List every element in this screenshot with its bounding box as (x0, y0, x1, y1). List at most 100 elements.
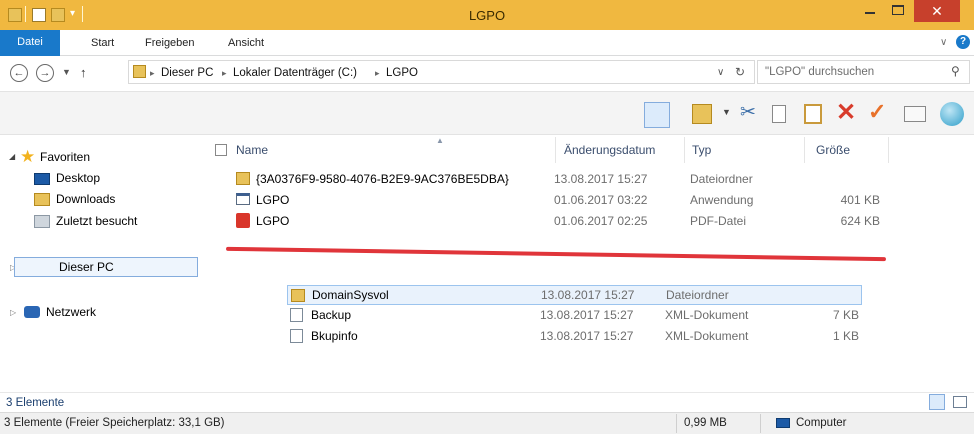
select-all-checkbox[interactable] (215, 144, 227, 156)
tab-start[interactable]: Start (91, 37, 114, 49)
forward-button[interactable]: → (36, 64, 54, 82)
file-row[interactable]: {3A0376F9-9580-4076-B2E9-9AC376BE5DBA} 1… (230, 169, 890, 190)
sort-ascending-icon: ▲ (436, 136, 444, 145)
nav-downloads[interactable]: Downloads (56, 192, 115, 206)
folder-icon (236, 172, 250, 185)
tab-freigeben[interactable]: Freigeben (145, 37, 195, 49)
minimize-icon (865, 12, 875, 14)
search-icon[interactable]: ⚲ (951, 64, 960, 78)
back-button[interactable]: ← (10, 64, 28, 82)
file-name: DomainSysvol (312, 288, 389, 302)
file-date: 13.08.2017 15:27 (541, 288, 635, 302)
file-size: 624 KB (840, 214, 880, 228)
details-view-icon[interactable] (929, 394, 945, 410)
file-name: {3A0376F9-9580-4076-B2E9-9AC376BE5DBA} (256, 172, 509, 186)
status-divider (760, 414, 761, 433)
window-title: LGPO (468, 8, 506, 23)
back-arrow-icon: ← (13, 67, 25, 79)
column-divider[interactable] (804, 137, 805, 163)
file-date: 01.06.2017 03:22 (554, 193, 648, 207)
breadcrumb-dieser-pc[interactable]: Dieser PC (161, 67, 213, 79)
file-type: Dateiordner (690, 172, 753, 186)
free-space-text: 3 Elemente (Freier Speicherplatz: 33,1 G… (4, 417, 225, 429)
file-name: Backup (311, 308, 352, 322)
delete-icon[interactable]: ✕ (836, 98, 856, 127)
nav-this-pc-label: Dieser PC (59, 260, 114, 274)
address-bar[interactable]: ▸ Dieser PC ▸ Lokaler Datenträger (C:) ▸… (128, 60, 755, 84)
file-name: LGPO (256, 214, 290, 228)
up-arrow-icon[interactable]: ↑ (80, 65, 87, 80)
column-divider[interactable] (684, 137, 685, 163)
file-type: XML-Dokument (665, 308, 749, 322)
nav-desktop[interactable]: Desktop (56, 171, 100, 185)
recent-places-icon (34, 215, 50, 228)
breadcrumb-lgpo[interactable]: LGPO (386, 67, 418, 79)
rename-check-icon[interactable]: ✓ (868, 99, 886, 125)
close-button[interactable]: ✕ (914, 0, 960, 22)
properties-icon[interactable] (904, 106, 926, 122)
file-size: 7 KB (832, 308, 859, 322)
dropdown-arrow-icon[interactable]: ▼ (722, 107, 731, 117)
folder-options-icon[interactable] (692, 104, 712, 124)
title-bar: ▾ LGPO ✕ (0, 0, 974, 30)
file-type: Dateiordner (666, 288, 729, 302)
file-row[interactable]: LGPO 01.06.2017 02:25 PDF-Datei 624 KB (230, 211, 890, 232)
file-date: 01.06.2017 02:25 (554, 214, 648, 228)
expand-arrow-icon[interactable]: ▷ (10, 308, 16, 317)
preview-pane-icon[interactable] (644, 102, 670, 128)
tab-ansicht[interactable]: Ansicht (228, 37, 264, 49)
annotation-line (226, 246, 886, 262)
column-date[interactable]: Änderungsdatum (564, 143, 655, 157)
minimize-button[interactable] (856, 0, 884, 22)
column-divider[interactable] (555, 137, 556, 163)
search-box[interactable]: "LGPO" durchsuchen ⚲ (757, 60, 970, 84)
breadcrumb-local-disk[interactable]: Lokaler Datenträger (C:) (233, 67, 357, 79)
xml-icon (290, 308, 303, 322)
nav-this-pc[interactable]: Dieser PC (14, 257, 198, 277)
large-icons-view-icon[interactable] (953, 396, 967, 408)
help-icon[interactable]: ? (956, 35, 970, 49)
nav-recent[interactable]: Zuletzt besucht (56, 214, 137, 228)
paste-icon[interactable] (804, 104, 822, 124)
desktop-icon (34, 173, 50, 185)
file-type: Anwendung (690, 193, 754, 207)
selection-size: 0,99 MB (684, 417, 727, 429)
refresh-icon[interactable]: ↻ (735, 65, 745, 79)
address-dropdown-icon[interactable]: ∨ (717, 67, 724, 78)
recent-locations-icon[interactable]: ▼ (62, 67, 71, 77)
computer-icon (776, 418, 790, 428)
file-size: 401 KB (840, 193, 880, 207)
column-name[interactable]: Name (236, 143, 268, 157)
nav-network[interactable]: Netzwerk (46, 305, 96, 319)
location-label: Computer (796, 417, 847, 429)
expand-arrow-icon[interactable]: ◢ (9, 152, 15, 161)
cut-icon[interactable]: ✂ (740, 101, 756, 124)
details-status-line: 3 Elemente (Freier Speicherplatz: 33,1 G… (0, 412, 974, 434)
copy-icon[interactable] (772, 105, 786, 123)
folder-icon (133, 65, 146, 78)
column-divider[interactable] (888, 137, 889, 163)
expand-ribbon-icon[interactable]: ∨ (940, 37, 947, 48)
network-icon (24, 306, 40, 318)
globe-icon[interactable] (940, 102, 964, 126)
search-input[interactable]: "LGPO" durchsuchen (765, 66, 874, 78)
file-date: 13.08.2017 15:27 (540, 308, 634, 322)
chevron-right-icon: ▸ (222, 68, 227, 78)
column-type[interactable]: Typ (692, 143, 711, 157)
status-bar: 3 Elemente (0, 392, 974, 412)
forward-arrow-icon: → (39, 67, 51, 79)
file-row-selected[interactable]: DomainSysvol 13.08.2017 15:27 Dateiordne… (287, 285, 862, 305)
nav-favorites[interactable]: Favoriten (40, 150, 90, 164)
tab-datei[interactable]: Datei (0, 30, 60, 56)
column-size[interactable]: Größe (816, 143, 850, 157)
chevron-right-icon: ▸ (375, 68, 380, 78)
file-row[interactable]: Bkupinfo 13.08.2017 15:27 XML-Dokument 1… (287, 326, 862, 347)
xml-icon (290, 329, 303, 343)
application-icon (236, 193, 250, 205)
file-row[interactable]: LGPO 01.06.2017 03:22 Anwendung 401 KB (230, 190, 890, 211)
file-type: PDF-Datei (690, 214, 747, 228)
file-row[interactable]: Backup 13.08.2017 15:27 XML-Dokument 7 K… (287, 305, 862, 326)
maximize-button[interactable] (884, 0, 912, 22)
close-icon: ✕ (931, 3, 943, 19)
downloads-icon (34, 193, 50, 206)
